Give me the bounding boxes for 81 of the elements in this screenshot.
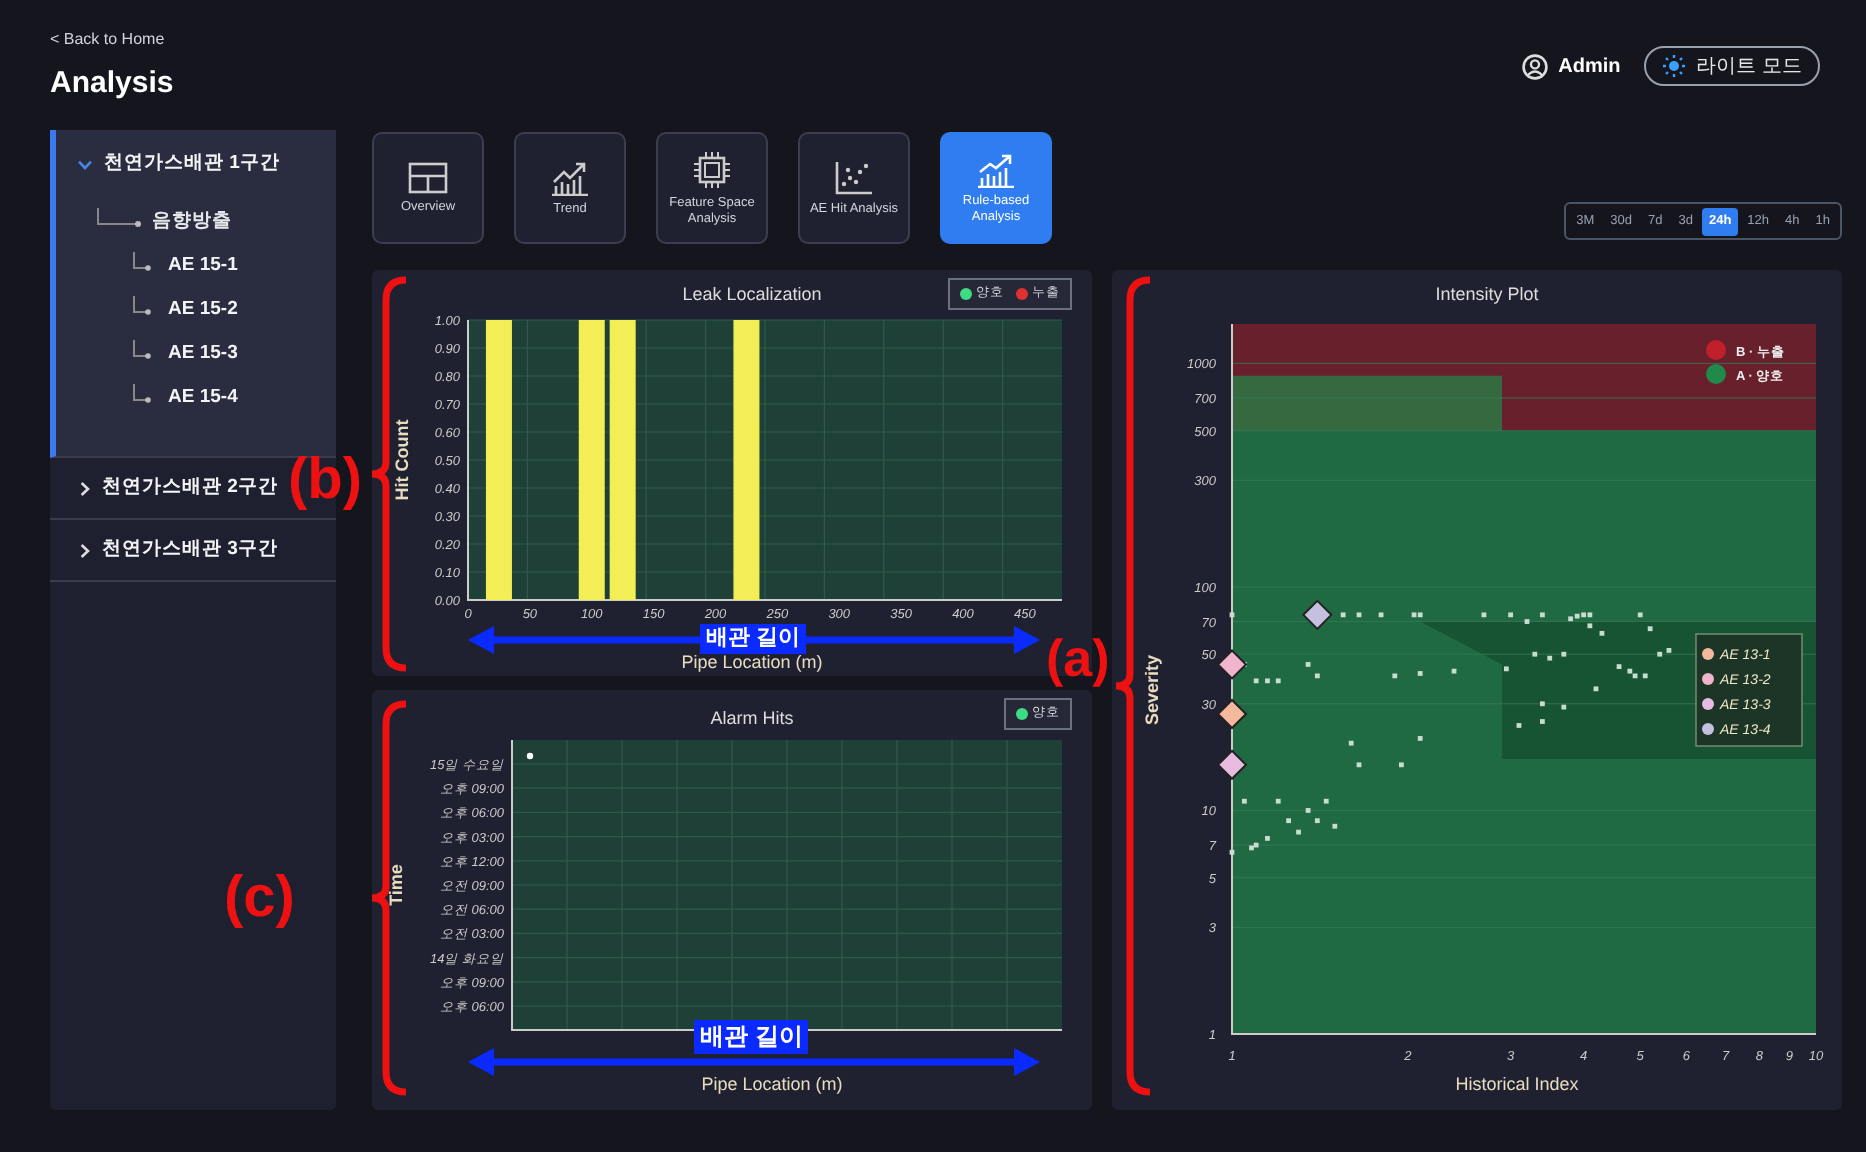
bar-chart-icon — [976, 151, 1016, 187]
data-point — [1417, 671, 1423, 676]
data-point — [1265, 678, 1270, 684]
tree-item[interactable]: AE 15-3 — [168, 339, 238, 369]
chart-title: Leak Localization — [682, 284, 822, 304]
chip-icon — [692, 149, 732, 189]
tree-item[interactable]: AE 15-4 — [168, 383, 238, 413]
chevron-right-icon — [80, 481, 90, 495]
user-name: Admin — [1558, 53, 1621, 81]
data-point — [526, 752, 534, 760]
tree-item[interactable]: AE 15-2 — [168, 295, 238, 325]
layout-icon — [408, 161, 448, 193]
data-point — [1229, 612, 1235, 618]
chart-legend — [1695, 633, 1803, 747]
axis-title: Time — [386, 864, 406, 906]
sensor-marker — [1216, 698, 1248, 730]
data-point — [1532, 651, 1538, 657]
data-point — [1642, 673, 1648, 679]
data-point — [1399, 762, 1404, 768]
chevron-down-icon — [78, 160, 92, 170]
data-point — [1265, 836, 1270, 841]
chevron-right-icon — [80, 543, 90, 557]
axis-title: Severity — [1142, 654, 1162, 726]
back-link[interactable]: < Back to Home — [50, 30, 174, 50]
axis-title: Historical Index — [1455, 1074, 1579, 1094]
data-point — [1296, 829, 1301, 835]
data-point — [1275, 798, 1281, 804]
data-point — [1587, 623, 1593, 629]
annotation-label: (c) — [224, 870, 295, 928]
sensor-marker — [1301, 599, 1333, 631]
data-point — [1417, 736, 1423, 741]
scatter-chart-icon — [834, 159, 874, 195]
data-point — [1305, 808, 1311, 813]
tree-item[interactable]: AE 15-1 — [168, 251, 238, 281]
axis-title: Hit Count — [392, 419, 412, 501]
data-point — [1647, 626, 1653, 632]
data-point — [1392, 673, 1398, 679]
arrow-label: 배관 길이 — [694, 1020, 809, 1054]
data-point — [1540, 701, 1545, 707]
axis-title: Pipe Location (m) — [701, 1074, 843, 1094]
data-point — [1305, 662, 1311, 667]
data-point — [1657, 651, 1663, 657]
theme-toggle-button[interactable]: 라이트 모드 — [1644, 46, 1820, 86]
tree-item[interactable]: 천연가스배관 3구간 — [80, 535, 278, 565]
data-point — [1332, 823, 1338, 829]
data-point — [1504, 666, 1509, 672]
annotation-label: (a) — [1046, 632, 1110, 684]
data-point — [1323, 798, 1329, 804]
data-point — [1451, 668, 1457, 674]
user-icon — [1522, 53, 1549, 79]
data-point — [1616, 664, 1622, 669]
trend-chart-icon — [550, 159, 590, 195]
data-point — [1229, 849, 1235, 855]
data-point — [1599, 630, 1605, 636]
chart-title: Intensity Plot — [1435, 284, 1539, 304]
tree-item[interactable]: 천연가스배관 1구간 — [78, 150, 280, 180]
page-title: Analysis — [50, 64, 174, 104]
data-point — [1540, 612, 1545, 618]
sun-icon — [1662, 54, 1687, 78]
data-point — [1241, 798, 1247, 804]
tree-item[interactable]: 음향방출 — [152, 207, 232, 237]
sensor-marker — [1216, 749, 1248, 781]
chart-title: Alarm Hits — [710, 708, 794, 728]
data-point — [1314, 673, 1320, 679]
data-point — [1275, 678, 1281, 684]
data-point — [1593, 686, 1599, 692]
data-point — [1561, 651, 1567, 657]
arrow-label: 배관 길이 — [700, 624, 807, 654]
data-point — [1516, 723, 1522, 728]
data-point — [1547, 655, 1553, 661]
tree-item[interactable]: 천연가스배관 2구간 — [80, 473, 278, 503]
annotation-label: (b) — [288, 452, 363, 510]
sensor-marker — [1216, 649, 1248, 680]
data-point — [1286, 818, 1291, 824]
data-point — [1561, 704, 1567, 710]
data-point — [1314, 818, 1320, 824]
data-point — [1348, 740, 1354, 746]
data-point — [1253, 678, 1259, 684]
data-point — [1666, 648, 1672, 653]
data-point — [1540, 719, 1545, 724]
axis-title: Pipe Location (m) — [681, 652, 823, 672]
